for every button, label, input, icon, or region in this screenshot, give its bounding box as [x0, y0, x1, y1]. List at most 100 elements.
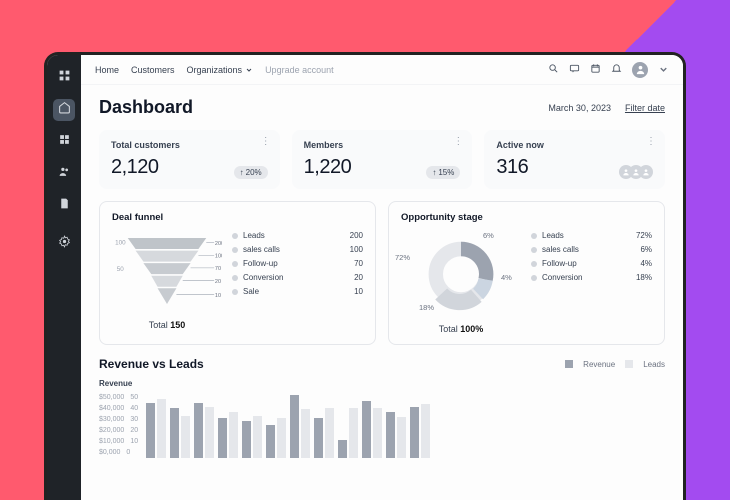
user-menu-chevron-icon[interactable] — [658, 64, 669, 75]
leads-bar — [373, 408, 382, 458]
sidebar-item-settings[interactable] — [53, 233, 75, 255]
calendar-icon[interactable] — [590, 63, 601, 76]
sidebar-item-apps[interactable] — [53, 67, 75, 89]
revenue-bar — [194, 403, 203, 458]
donut-callout: 72% — [395, 253, 410, 262]
stat-card-active: Active now 316 ⋮ — [484, 130, 665, 189]
leads-bar — [349, 408, 358, 458]
sidebar-item-home[interactable] — [53, 99, 75, 121]
rvl-yaxis: Revenue $50,00050 $40,00040 $30,00030 $2… — [99, 379, 138, 458]
bar-group — [338, 408, 358, 458]
funnel-total: Total 150 — [112, 320, 222, 330]
rvl-title: Revenue vs Leads — [99, 357, 204, 371]
funnel-tick: 100 — [115, 239, 126, 246]
stat-card-customers: Total customers 2,120 ⋮ ↑ 20% — [99, 130, 280, 189]
donut-chart: 72% 6% 4% 18% Total 100% — [401, 231, 521, 334]
bar-group — [266, 418, 286, 458]
active-avatars — [623, 165, 653, 179]
stat-title: Members — [304, 140, 461, 150]
legend-item: Leads200 — [232, 231, 363, 240]
header-date: March 30, 2023 — [548, 103, 611, 113]
svg-text:10: 10 — [215, 293, 221, 299]
legend-item: Sale10 — [232, 287, 363, 296]
content: Dashboard March 30, 2023 Filter date Tot… — [81, 85, 683, 458]
chart-title: Opportunity stage — [401, 212, 652, 223]
revenue-bar — [242, 421, 251, 458]
leads-bar — [253, 416, 262, 458]
bell-icon[interactable] — [611, 63, 622, 76]
revenue-bar — [170, 408, 179, 458]
chevron-down-icon — [245, 66, 253, 74]
main-area: Home Customers Organizations Upgrade acc… — [81, 55, 683, 500]
donut-total: Total 100% — [401, 324, 521, 334]
legend-item: sales calls100 — [232, 245, 363, 254]
legend-swatch — [625, 360, 633, 368]
charts-row: Deal funnel 100 50 — [99, 201, 665, 345]
chart-title: Deal funnel — [112, 212, 363, 223]
page-title: Dashboard — [99, 97, 193, 118]
topbar: Home Customers Organizations Upgrade acc… — [81, 55, 683, 85]
grid-icon — [58, 69, 71, 87]
arrow-up-icon: ↑ — [432, 168, 436, 177]
bar-group — [314, 408, 334, 458]
leads-bar — [181, 416, 190, 458]
stat-card-members: Members 1,220 ⋮ ↑ 15% — [292, 130, 473, 189]
svg-text:70: 70 — [215, 266, 221, 272]
bar-group — [290, 395, 310, 458]
svg-text:200: 200 — [215, 241, 222, 247]
users-icon — [58, 165, 71, 183]
chat-icon[interactable] — [569, 63, 580, 76]
stat-menu[interactable]: ⋮ — [261, 140, 270, 144]
user-avatar[interactable] — [632, 62, 648, 78]
nav-home[interactable]: Home — [95, 65, 119, 75]
nav-customers[interactable]: Customers — [131, 65, 175, 75]
avatar-icon — [639, 165, 653, 179]
page-header: Dashboard March 30, 2023 Filter date — [99, 97, 665, 118]
revenue-bar — [338, 440, 347, 458]
funnel-card: Deal funnel 100 50 — [99, 201, 376, 345]
sidebar-item-docs[interactable] — [53, 195, 75, 217]
filter-date-link[interactable]: Filter date — [625, 103, 665, 113]
top-nav: Home Customers Organizations Upgrade acc… — [95, 65, 334, 75]
leads-bar — [397, 417, 406, 458]
revenue-bar — [386, 412, 395, 458]
leads-bar — [229, 412, 238, 458]
funnel-tick: 50 — [117, 266, 124, 273]
bar-group — [410, 404, 430, 458]
donut-card: Opportunity stage 72% 6% 4% — [388, 201, 665, 345]
arrow-up-icon: ↑ — [240, 168, 244, 177]
sidebar-item-modules[interactable] — [53, 131, 75, 153]
legend-item: Follow-up4% — [531, 259, 652, 268]
donut-callout: 18% — [419, 303, 434, 312]
nav-organizations[interactable]: Organizations — [187, 65, 254, 75]
svg-text:20: 20 — [215, 279, 221, 285]
rvl-header: Revenue vs Leads Revenue Leads — [99, 357, 665, 371]
home-icon — [58, 101, 71, 119]
stat-title: Total customers — [111, 140, 268, 150]
bar-group — [362, 401, 382, 458]
leads-bar — [277, 418, 286, 458]
sidebar-item-users[interactable] — [53, 163, 75, 185]
stat-badge: ↑ 15% — [426, 166, 460, 179]
legend-item: sales calls6% — [531, 245, 652, 254]
leads-bar — [157, 399, 166, 458]
leads-bar — [301, 409, 310, 458]
upgrade-link[interactable]: Upgrade account — [265, 65, 334, 75]
squares-icon — [58, 133, 71, 151]
search-icon[interactable] — [548, 63, 559, 76]
revenue-bar — [290, 395, 299, 458]
svg-text:100: 100 — [215, 254, 222, 260]
donut-callout: 4% — [501, 273, 512, 282]
leads-bar — [421, 404, 430, 458]
donut-callout: 6% — [483, 231, 494, 240]
topbar-right — [548, 62, 669, 78]
stat-menu[interactable]: ⋮ — [453, 140, 462, 144]
legend-item: Conversion18% — [531, 273, 652, 282]
stat-menu[interactable]: ⋮ — [646, 140, 655, 144]
bar-group — [218, 412, 238, 458]
bar-group — [242, 416, 262, 458]
doc-icon — [58, 197, 71, 215]
funnel-chart: 100 50 200 100 — [112, 231, 222, 330]
revenue-bar — [146, 403, 155, 458]
legend-item: Leads72% — [531, 231, 652, 240]
